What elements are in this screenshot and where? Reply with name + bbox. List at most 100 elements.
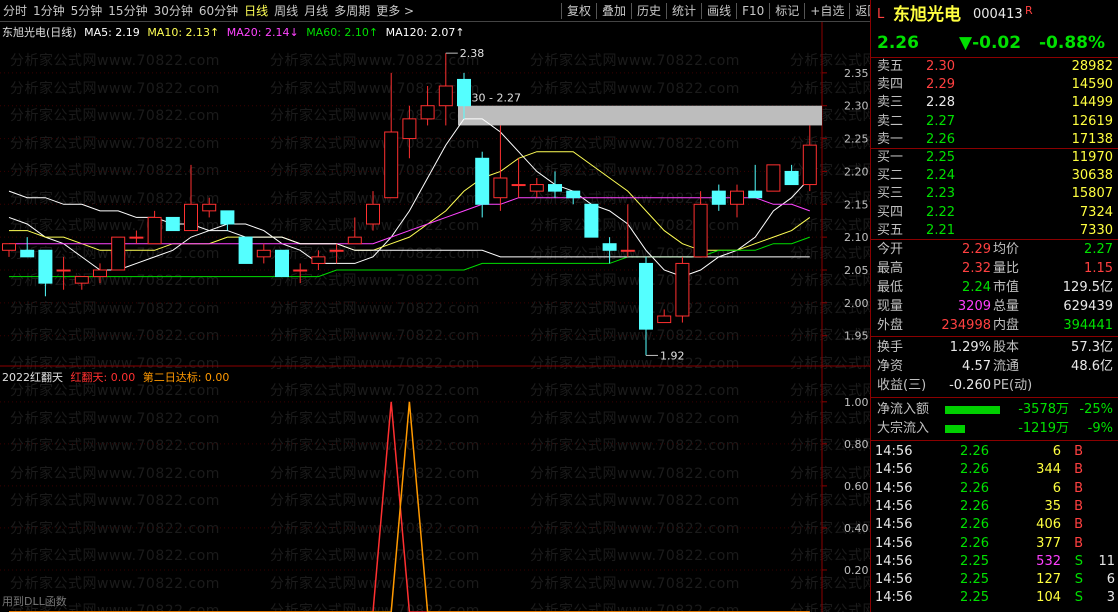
tick-price: 2.25 [960, 553, 989, 569]
candle[interactable] [184, 164, 198, 232]
candle-body [730, 190, 744, 205]
candle[interactable] [20, 237, 35, 258]
tool-button[interactable]: 标记 [772, 0, 802, 22]
candle[interactable] [748, 164, 763, 199]
candle[interactable] [256, 243, 271, 264]
bid-volume: 11970 [1071, 150, 1113, 165]
tool-button[interactable]: 叠加 [599, 0, 629, 22]
candle[interactable] [639, 256, 653, 356]
ma120-label: MA120: 2.07↑ [385, 26, 465, 39]
tick-price: 2.26 [960, 498, 989, 514]
candle[interactable] [548, 171, 562, 198]
candle[interactable] [602, 237, 617, 264]
candle-body [675, 262, 690, 317]
tool-button[interactable]: F10 [739, 0, 767, 22]
period-tab[interactable]: 月线 [301, 0, 331, 22]
indicator-chart[interactable]: 0.20 0.40 0.60 0.80 1.00 [0, 367, 870, 612]
candle[interactable] [329, 243, 344, 264]
period-tab[interactable]: 15分钟 [105, 0, 150, 22]
tick-price: 2.26 [960, 444, 989, 459]
tick-volume: 344 [1036, 462, 1061, 478]
candle-body [20, 249, 35, 258]
candle[interactable] [347, 217, 362, 245]
tool-button[interactable]: 画线 [704, 0, 734, 22]
candle[interactable] [147, 210, 162, 245]
toolbar-separator [561, 3, 562, 19]
stat-value: 48.6亿 [1071, 358, 1113, 374]
stat-label: 量比 [993, 261, 1020, 276]
stat-label: 换手 [877, 340, 904, 355]
tick-count: 6 [1106, 572, 1115, 588]
stat-label: 市值 [993, 280, 1020, 295]
candle[interactable] [784, 164, 799, 186]
candle-body [766, 164, 781, 192]
tick-row: 14:56 2.26 344 B [871, 461, 1118, 479]
stat-value: 234998 [941, 318, 991, 333]
stock-name[interactable]: 东旭光电 [893, 4, 961, 26]
candle[interactable] [475, 151, 490, 218]
period-tab[interactable]: 日线 [241, 0, 271, 22]
ask-row: 卖二 2.27 12619 [871, 113, 1118, 131]
candle[interactable] [566, 190, 581, 205]
candle[interactable] [202, 197, 217, 218]
tick-time: 14:56 [875, 444, 913, 459]
candle[interactable] [165, 216, 180, 232]
candlestick-chart[interactable]: 1.952.002.052.102.152.202.252.302.352.30… [0, 22, 870, 367]
candle[interactable] [675, 256, 690, 323]
tick-side: B [1074, 444, 1083, 459]
resistance-box[interactable] [458, 105, 822, 126]
stat-value: 4.57 [962, 358, 991, 374]
candle[interactable] [657, 309, 672, 324]
period-tab[interactable]: 1分钟 [30, 0, 68, 22]
candle[interactable] [711, 184, 726, 211]
candle[interactable] [766, 164, 781, 192]
candle[interactable] [402, 105, 417, 159]
candle[interactable] [584, 203, 599, 238]
candle[interactable] [275, 249, 289, 278]
candle[interactable] [366, 191, 380, 231]
ask-row: 卖三 2.28 14499 [871, 94, 1118, 112]
tick-volume: 6 [1052, 480, 1061, 496]
candle[interactable] [693, 191, 708, 258]
tool-button[interactable]: 复权 [564, 0, 594, 22]
tool-button[interactable]: +自选 [807, 0, 847, 22]
stat-row: 最低 2.24 市值 129.5亿 [871, 279, 1118, 297]
stat-row: 收益(三) -0.260 PE(动) [871, 377, 1118, 395]
stat-value: 129.5亿 [1062, 280, 1113, 295]
period-tab[interactable]: 更多 > [373, 0, 417, 22]
candle[interactable] [2, 243, 16, 257]
ask-label: 卖四 [877, 77, 904, 93]
candle-body [384, 131, 399, 199]
period-tab[interactable]: 分时 [0, 0, 30, 22]
tool-button[interactable]: 历史 [634, 0, 664, 22]
tick-time: 14:56 [875, 553, 913, 569]
period-tab[interactable]: 30分钟 [151, 0, 196, 22]
tick-row: 14:56 2.26 6 B [871, 480, 1118, 498]
period-tab[interactable]: 5分钟 [68, 0, 106, 22]
candle[interactable] [56, 256, 71, 290]
candle[interactable] [220, 210, 235, 231]
candle[interactable] [111, 236, 126, 271]
stat-label: PE(动) [993, 377, 1033, 393]
candle-body [657, 315, 672, 324]
candle[interactable] [74, 276, 89, 290]
candle[interactable] [529, 178, 544, 198]
candle[interactable] [129, 230, 144, 244]
candle[interactable] [238, 236, 253, 264]
candle[interactable] [511, 158, 526, 198]
ask-label: 卖二 [877, 113, 904, 129]
tick-volume: 406 [1036, 517, 1061, 533]
candle[interactable] [438, 53, 453, 126]
tool-button[interactable]: 统计 [669, 0, 699, 22]
candle[interactable] [311, 250, 326, 270]
candle[interactable] [730, 184, 744, 218]
period-tab[interactable]: 周线 [271, 0, 301, 22]
candle[interactable] [802, 125, 817, 192]
candle[interactable] [420, 86, 435, 126]
period-tab[interactable]: 多周期 [331, 0, 373, 22]
candle[interactable] [384, 72, 399, 199]
period-tab[interactable]: 60分钟 [196, 0, 241, 22]
candle-body [693, 203, 708, 258]
candle[interactable] [293, 263, 308, 284]
candle[interactable] [38, 249, 53, 297]
